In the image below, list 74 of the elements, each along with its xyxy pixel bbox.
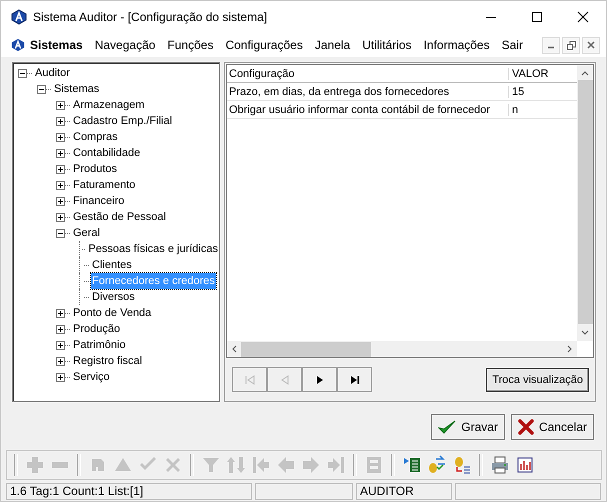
list-icon[interactable]: [401, 455, 423, 475]
expand-icon[interactable]: [56, 100, 65, 110]
menu-item[interactable]: Sair: [496, 38, 529, 52]
menu-item[interactable]: Janela: [308, 38, 356, 52]
print-icon[interactable]: [489, 455, 511, 475]
tree-item[interactable]: Financeiro: [72, 193, 126, 209]
tree-item[interactable]: Auditor: [34, 65, 71, 81]
tree-item[interactable]: Serviço: [72, 369, 111, 385]
tree-item[interactable]: Contabilidade: [72, 145, 142, 161]
tree-item[interactable]: Clientes: [91, 257, 133, 273]
toggle-view-button[interactable]: Troca visualização: [486, 368, 589, 392]
swap-icon[interactable]: [426, 455, 448, 475]
table-cell: Prazo, em dias, da entrega dos fornecedores: [227, 86, 509, 98]
scroll-up-icon[interactable]: [581, 71, 589, 76]
tree-item[interactable]: Produção: [72, 321, 122, 337]
expand-icon[interactable]: [56, 308, 65, 318]
tree-item[interactable]: Diversos: [91, 289, 136, 305]
table-cell-text: 15: [511, 86, 524, 98]
tree-item[interactable]: Sistemas: [53, 81, 100, 97]
column-header[interactable]: Configuração: [227, 68, 509, 80]
expand-icon[interactable]: [56, 212, 65, 222]
nav-last-button[interactable]: [337, 367, 372, 392]
expand-icon[interactable]: [56, 132, 65, 142]
expand-icon[interactable]: [56, 148, 65, 158]
tree-item[interactable]: Pessoas físicas e jurídicas: [87, 241, 219, 257]
menu-item[interactable]: Funções: [161, 38, 220, 52]
tree-item[interactable]: Gestão de Pessoal: [72, 209, 167, 225]
tree-item[interactable]: Produtos: [72, 161, 118, 177]
expand-icon[interactable]: [56, 196, 65, 206]
horizontal-scrollbar[interactable]: [227, 341, 577, 357]
tree-item[interactable]: Compras: [72, 129, 119, 145]
scroll-left-icon[interactable]: [232, 345, 237, 353]
window-title: Sistema Auditor - [Configuração do sistema]: [33, 10, 268, 24]
restore-icon[interactable]: [562, 36, 580, 54]
last-record-icon: [348, 374, 360, 384]
nav-next-button[interactable]: [302, 367, 337, 392]
vertical-scrollbar[interactable]: [577, 65, 593, 341]
menu-item[interactable]: Informações: [418, 38, 496, 52]
tree-item[interactable]: Armazenagem: [72, 97, 146, 113]
cross-icon: [518, 419, 534, 435]
save-button[interactable]: Gravar: [431, 414, 505, 440]
expand-icon[interactable]: [56, 356, 65, 366]
tree-item[interactable]: Patrimônio: [72, 337, 127, 353]
expand-icon[interactable]: [56, 180, 65, 190]
menu-item[interactable]: Utilitários: [356, 38, 418, 52]
tree-item[interactable]: Registro fiscal: [72, 353, 144, 369]
prev-record-icon: [278, 374, 290, 384]
menu-item[interactable]: Configurações: [219, 38, 309, 52]
checkmark-icon: [438, 419, 456, 435]
column-header[interactable]: VALOR: [509, 68, 548, 80]
table-cell-text: n: [511, 104, 518, 116]
collapse-icon[interactable]: [56, 228, 65, 238]
app-logo-icon: [11, 38, 25, 52]
tree-item[interactable]: Geral: [72, 225, 101, 241]
status-text: AUDITOR: [356, 483, 452, 500]
collapse-icon[interactable]: [18, 68, 27, 78]
scroll-down-icon[interactable]: [581, 330, 589, 335]
cancel-button[interactable]: Cancelar: [510, 414, 594, 440]
expand-icon[interactable]: [56, 164, 65, 174]
expand-icon[interactable]: [56, 372, 65, 382]
expand-icon[interactable]: [56, 324, 65, 334]
scroll-right-icon[interactable]: [567, 345, 572, 353]
first-record-icon: [244, 374, 256, 384]
tree-item[interactable]: Faturamento: [72, 177, 136, 193]
menu-item[interactable]: Navegação: [88, 38, 162, 52]
collapse-icon[interactable]: [37, 84, 46, 94]
expand-icon[interactable]: [56, 340, 65, 350]
app-logo-icon: [11, 9, 27, 25]
menu-item[interactable]: Sistemas: [25, 38, 89, 52]
tree-item[interactable]: Cadastro Emp./Filial: [72, 113, 174, 129]
status-text: 1.6 Tag:1 Count:1 List:[1]: [6, 483, 252, 500]
tree-item[interactable]: Ponto de Venda: [72, 305, 152, 321]
expand-icon[interactable]: [56, 116, 65, 126]
table-cell: Obrigar usuário informar conta contábil de fornecedor: [227, 104, 509, 116]
